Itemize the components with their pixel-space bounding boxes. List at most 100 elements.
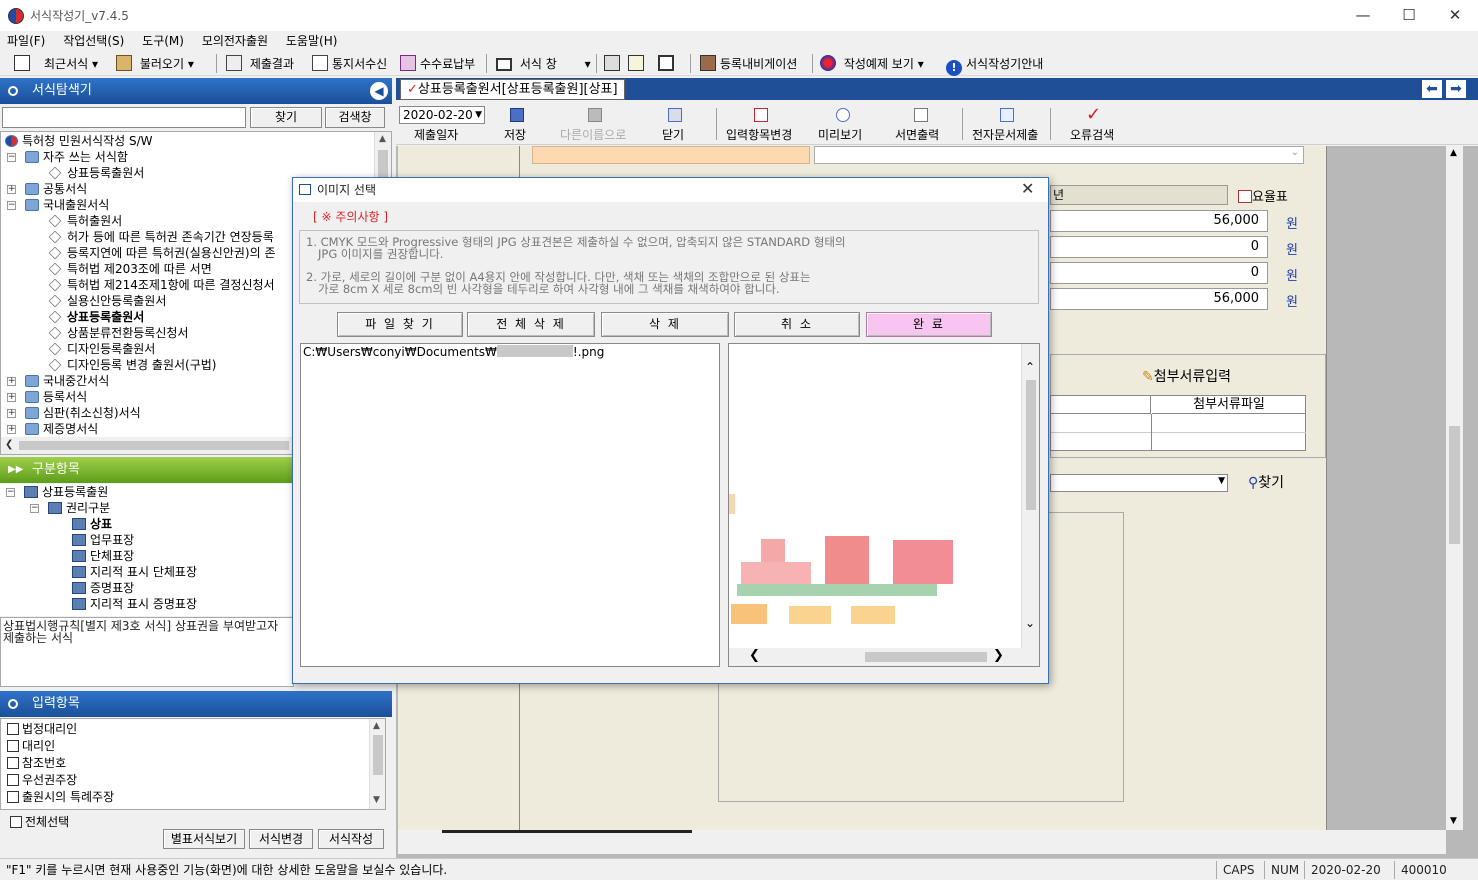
scroll-left-icon[interactable]: ❮ bbox=[749, 648, 760, 663]
dialog-close-icon[interactable]: ✕ bbox=[1021, 179, 1034, 198]
done-button[interactable]: 완 료 bbox=[866, 312, 992, 337]
tree-item-delay-extension[interactable]: 등록지연에 따른 특허권(실용신안권)의 존 bbox=[48, 245, 276, 261]
fee-table-link[interactable]: 요율표 bbox=[1238, 186, 1288, 205]
delete-all-button[interactable]: 전 체 삭 제 bbox=[467, 312, 595, 337]
preview-vscroll[interactable]: ⌃ ⌄ bbox=[1021, 344, 1039, 648]
tree-item-certification-mark[interactable]: 증명표장 bbox=[72, 580, 134, 596]
new-doc-icon[interactable] bbox=[14, 54, 34, 74]
edit-tool-icon[interactable] bbox=[604, 54, 624, 74]
collapse-icon[interactable]: − bbox=[30, 504, 39, 513]
tree-item-patent-app[interactable]: 특허출원서 bbox=[48, 213, 122, 229]
explorer-search-input[interactable] bbox=[2, 107, 246, 128]
eraser-tool-icon[interactable] bbox=[628, 54, 648, 74]
scroll-up-icon[interactable]: ▲ bbox=[373, 721, 380, 731]
expand-icon[interactable]: + bbox=[7, 409, 16, 418]
recent-forms-button[interactable]: 최근서식 ▾ bbox=[44, 54, 98, 74]
menu-mock-e-filing[interactable]: 모의전자출원 bbox=[195, 31, 275, 51]
print-icon[interactable] bbox=[914, 108, 928, 122]
error-search-button[interactable]: 오류검색 bbox=[1070, 126, 1114, 143]
fee-field-basic[interactable]: 56,000 bbox=[1050, 210, 1268, 232]
find-button[interactable]: 찾기 bbox=[250, 107, 322, 128]
collapse-panel-icon[interactable]: ◀ bbox=[370, 82, 388, 100]
tree-node-common[interactable]: 공통서식 bbox=[25, 181, 87, 197]
expand-icon[interactable]: + bbox=[7, 185, 16, 194]
search-window-button[interactable]: 검색창 bbox=[325, 107, 385, 128]
preview-hscroll[interactable]: ❮ ❯ bbox=[729, 648, 1039, 666]
highlight-field[interactable] bbox=[532, 146, 810, 164]
tree-node-trademark-app[interactable]: 상표등록출원 bbox=[24, 484, 108, 500]
scroll-thumb[interactable] bbox=[1026, 380, 1036, 510]
menu-task[interactable]: 작업선택(S) bbox=[56, 31, 131, 51]
tree-item-trademark-app[interactable]: 상표등록출원서 bbox=[48, 309, 144, 325]
form-change-button[interactable]: 서식변경 bbox=[249, 829, 313, 849]
scroll-thumb[interactable] bbox=[19, 441, 289, 450]
checkbox[interactable] bbox=[7, 740, 19, 752]
example-view-button[interactable]: 작성예제 보기 ▾ bbox=[820, 54, 924, 74]
tree-node-certificate[interactable]: 제증명서식 bbox=[25, 421, 98, 437]
collapse-icon[interactable]: − bbox=[6, 488, 15, 497]
input-item-reference[interactable]: 참조번호 bbox=[7, 755, 66, 771]
preview-icon[interactable] bbox=[836, 108, 850, 122]
paper-print-button[interactable]: 서면출력 bbox=[895, 126, 939, 143]
collapse-icon[interactable]: − bbox=[7, 153, 16, 162]
file-list[interactable]: C:₩Users₩conyi₩Documents₩ !.png bbox=[300, 343, 720, 667]
preview-button[interactable]: 미리보기 bbox=[818, 126, 862, 143]
tree-item-trademark[interactable]: 상표 bbox=[72, 516, 112, 532]
scroll-thumb[interactable] bbox=[1449, 426, 1460, 544]
expand-icon[interactable]: + bbox=[7, 393, 16, 402]
scroll-thumb[interactable] bbox=[865, 652, 987, 662]
find-link[interactable]: ⚲찾기 bbox=[1248, 472, 1284, 492]
notice-receive-button[interactable]: 통지서수신 bbox=[312, 54, 387, 74]
submit-date-picker[interactable]: 2020-02-20 ▼ bbox=[399, 106, 485, 124]
checkbox[interactable] bbox=[7, 774, 19, 786]
e-submit-button[interactable]: 전자문서제출 bbox=[972, 126, 1038, 143]
fee-field-total[interactable]: 56,000 bbox=[1050, 288, 1268, 310]
scroll-right-icon[interactable]: ❯ bbox=[993, 648, 1004, 663]
attach-input-link[interactable]: ✎첨부서류입력 bbox=[1142, 366, 1231, 386]
reg-navigation-button[interactable]: 등록내비게이션 bbox=[700, 54, 797, 74]
collapse-icon[interactable]: − bbox=[7, 201, 16, 210]
document-hscroll[interactable] bbox=[398, 830, 1446, 854]
scroll-thumb[interactable] bbox=[373, 735, 383, 775]
checkbox[interactable] bbox=[7, 723, 19, 735]
select-all-checkbox[interactable]: 전체선택 bbox=[10, 814, 69, 830]
tree-item-article-214[interactable]: 특허법 제214조제1항에 따른 결정신청서 bbox=[48, 277, 275, 293]
search-combo[interactable]: ▼ bbox=[1050, 474, 1228, 492]
close-button[interactable]: 닫기 bbox=[662, 126, 684, 143]
save-button[interactable]: 저장 bbox=[504, 126, 526, 143]
save-icon[interactable] bbox=[510, 108, 524, 122]
input-item-legal-rep[interactable]: 법정대리인 bbox=[7, 721, 77, 737]
print-tool-icon[interactable] bbox=[658, 54, 678, 74]
maximize-icon[interactable]: ☐ bbox=[1386, 0, 1432, 31]
tree-item-patent-extension[interactable]: 허가 등에 따른 특허권 존속기간 연장등록 bbox=[48, 229, 274, 245]
find-file-button[interactable]: 파 일 찾 기 bbox=[337, 312, 463, 337]
tree-node-favorites[interactable]: 자주 쓰는 서식함 bbox=[25, 149, 128, 165]
fee-field-extra[interactable]: 0 bbox=[1050, 236, 1268, 258]
tree-item-service-mark[interactable]: 업무표장 bbox=[72, 532, 134, 548]
tree-node-right-type[interactable]: 권리구분 bbox=[48, 500, 110, 516]
tree-item-trademark-app-fav[interactable]: 상표등록출원서 bbox=[48, 165, 144, 181]
guide-button[interactable]: ! 서식작성기안내 bbox=[946, 54, 1043, 76]
tree-node-domestic-interim[interactable]: 국내중간서식 bbox=[25, 373, 109, 389]
input-item-special-claim[interactable]: 출원시의 특례주장 bbox=[7, 789, 114, 805]
tree-item-geo-certification[interactable]: 지리적 표시 증명표장 bbox=[72, 596, 197, 612]
form-window-button[interactable]: 서식 창 ▾ bbox=[496, 54, 591, 74]
menu-file[interactable]: 파일(F) bbox=[0, 31, 52, 51]
file-list-item[interactable]: C:₩Users₩conyi₩Documents₩ !.png bbox=[303, 345, 604, 359]
scroll-up-icon[interactable]: ⌃ bbox=[1025, 360, 1035, 374]
e-submit-icon[interactable] bbox=[1000, 108, 1014, 122]
menu-help[interactable]: 도움말(H) bbox=[279, 31, 345, 51]
scroll-down-icon[interactable]: ▼ bbox=[1450, 816, 1457, 826]
error-check-icon[interactable]: ✓ bbox=[1086, 104, 1101, 125]
text-field[interactable]: ⌄ bbox=[814, 146, 1304, 164]
fee-pay-button[interactable]: 수수료납부 bbox=[400, 54, 475, 74]
trash-icon[interactable] bbox=[668, 108, 682, 122]
appendix-view-button[interactable]: 별표서식보기 bbox=[163, 829, 245, 849]
scroll-up-icon[interactable]: ▲ bbox=[1450, 148, 1457, 158]
save-as-button[interactable]: 다른이름으로 bbox=[560, 126, 626, 143]
next-tab-arrow-icon[interactable]: ➡ bbox=[1446, 80, 1466, 98]
form-write-button[interactable]: 서식작성 bbox=[318, 829, 384, 849]
submit-result-button[interactable]: 제출결과 bbox=[226, 54, 294, 74]
tree-item-collective-mark[interactable]: 단체표장 bbox=[72, 548, 134, 564]
scroll-down-icon[interactable]: ⌄ bbox=[1025, 616, 1035, 630]
